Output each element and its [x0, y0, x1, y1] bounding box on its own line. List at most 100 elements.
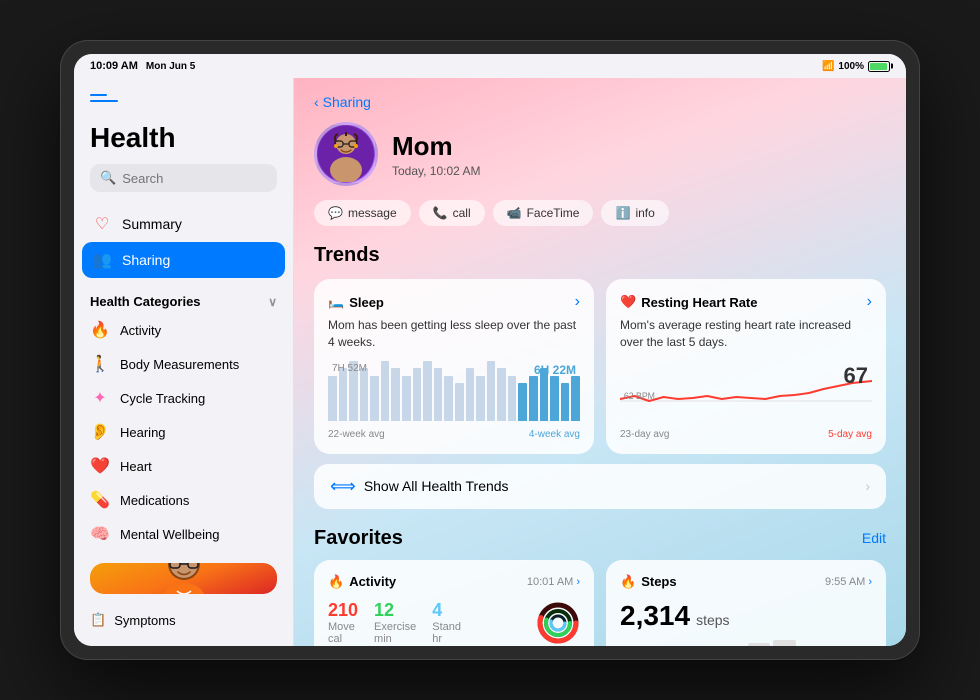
profile-time: Today, 10:02 AM [392, 164, 481, 178]
battery-percent: 100% [838, 61, 864, 72]
sidebar-item-sharing[interactable]: 👥 Sharing [82, 242, 285, 278]
metric-exercise: 12 Exercise min [374, 600, 416, 645]
main-panel: ‹ Sharing [294, 78, 906, 646]
status-bar: 10:09 AM Mon Jun 5 📶 100% [74, 54, 906, 78]
activity-fire-icon: 🔥 [328, 574, 344, 590]
sleep-card-header: 🛏️ Sleep › [328, 293, 580, 311]
sleep-bar-13 [466, 368, 475, 421]
message-icon: 💬 [328, 206, 343, 220]
sleep-bar-17 [508, 376, 517, 421]
sleep-bar-12 [455, 383, 464, 421]
hr-label: ❤️ Resting Heart Rate [620, 294, 758, 310]
steps-title-label: Steps [641, 574, 676, 589]
activity-title-label: Activity [349, 574, 396, 589]
sidebar-toggle-button[interactable] [90, 94, 118, 114]
trend-card-sleep[interactable]: 🛏️ Sleep › Mom has been getting less sle… [314, 279, 594, 454]
sleep-bar-18 [518, 383, 527, 421]
exercise-label: Exercise [374, 621, 416, 633]
info-button[interactable]: ℹ️ info [601, 200, 668, 226]
sleep-chart: 6H 22M 7H 52M [328, 361, 580, 421]
category-cycle-label: Cycle Tracking [120, 391, 205, 406]
trend-card-heartrate[interactable]: ❤️ Resting Heart Rate › Mom's average re… [606, 279, 886, 454]
favorites-header: Favorites Edit [314, 527, 886, 550]
back-nav-button[interactable]: ‹ Sharing [314, 94, 886, 110]
sleep-avg-value: 7H 52M [332, 363, 367, 374]
steps-unit: steps [696, 612, 729, 628]
sleep-chevron-icon: › [575, 293, 580, 311]
sleep-icon: 🛏️ [328, 294, 344, 310]
hr-current-value: 67 [844, 363, 868, 389]
category-hearing[interactable]: 👂 Hearing [74, 415, 293, 449]
profile-name: Mom [392, 131, 481, 162]
trends-icon: ⟺ [330, 476, 356, 497]
category-body-label: Body Measurements [120, 357, 239, 372]
sleep-label: 🛏️ Sleep [328, 294, 384, 310]
sidebar-item-sharing-label: Sharing [122, 252, 170, 268]
activity-chevron-icon: › [576, 576, 580, 588]
activity-card-title: 🔥 Activity [328, 574, 396, 590]
stand-value: 4 [432, 600, 461, 621]
sleep-bar-11 [444, 376, 453, 421]
steps-bar-5 [748, 643, 771, 646]
category-medications[interactable]: 💊 Medications [74, 483, 293, 517]
sidebar-item-summary-label: Summary [122, 216, 182, 232]
category-mental-wellbeing[interactable]: 🧠 Mental Wellbeing [74, 517, 293, 551]
call-button[interactable]: 📞 call [419, 200, 485, 226]
fav-card-steps[interactable]: 🔥 Steps 9:55 AM › 2,314 steps [606, 560, 886, 646]
steps-time: 9:55 AM › [825, 576, 872, 588]
sleep-bar-1 [339, 368, 348, 421]
sharing-icon: 👥 [92, 250, 112, 270]
hr-right-label: 5-day avg [828, 429, 872, 440]
steps-count: 2,314 [620, 600, 690, 632]
metric-stand: 4 Stand hr [432, 600, 461, 645]
app-title: Health [90, 122, 277, 154]
message-label: message [348, 206, 397, 220]
search-bar[interactable]: 🔍 🎙 [90, 164, 277, 192]
trends-title: Trends [314, 244, 886, 267]
status-time: 10:09 AM [90, 60, 138, 72]
hr-chart: 62 BPM 67 [620, 361, 872, 421]
facetime-button[interactable]: 📹 FaceTime [493, 200, 594, 226]
stand-label: Stand [432, 621, 461, 633]
message-button[interactable]: 💬 message [314, 200, 411, 226]
battery-fill [870, 63, 887, 70]
exercise-unit: min [374, 633, 416, 645]
back-label: Sharing [323, 94, 371, 110]
sidebar-symptoms[interactable]: 📋 Symptoms [74, 606, 293, 634]
move-unit: cal [328, 633, 358, 645]
category-activity[interactable]: 🔥 Activity [74, 313, 293, 347]
favorites-grid: 🔥 Activity 10:01 AM › 210 [314, 560, 886, 646]
sleep-left-label: 22-week avg [328, 429, 385, 440]
categories-list: 🔥 Activity 🚶 Body Measurements ✦ Cycle T… [74, 313, 293, 551]
health-categories-title: Health Categories [90, 294, 201, 309]
chevron-left-icon: ‹ [314, 94, 319, 110]
sidebar-header: Health 🔍 🎙 [74, 90, 293, 202]
hr-chart-labels: 23-day avg 5-day avg [620, 429, 872, 440]
show-all-trends-button[interactable]: ⟺ Show All Health Trends › [314, 464, 886, 509]
category-medications-label: Medications [120, 493, 189, 508]
activity-icon: 🔥 [90, 320, 110, 340]
category-cycle-tracking[interactable]: ✦ Cycle Tracking [74, 381, 293, 415]
search-input[interactable] [122, 171, 294, 186]
steps-fire-icon: 🔥 [620, 574, 636, 590]
move-label: Move [328, 621, 358, 633]
steps-chevron-icon: › [868, 576, 872, 588]
sleep-bar-10 [434, 368, 443, 421]
category-body-measurements[interactable]: 🚶 Body Measurements [74, 347, 293, 381]
sleep-bar-4 [370, 376, 379, 421]
category-heart[interactable]: ❤️ Heart [74, 449, 293, 483]
sidebar-item-summary[interactable]: ♡ Summary [82, 206, 285, 242]
hr-chevron-icon: › [867, 293, 872, 311]
hr-chart-svg: 62 BPM [620, 361, 872, 421]
steps-bars [620, 640, 872, 646]
fav-card-activity[interactable]: 🔥 Activity 10:01 AM › 210 [314, 560, 594, 646]
avatar [314, 122, 378, 186]
sleep-bar-8 [413, 368, 422, 421]
steps-time-label: 9:55 AM [825, 576, 865, 588]
symptoms-label: Symptoms [114, 613, 175, 628]
sleep-bar-6 [391, 368, 400, 421]
hr-description: Mom's average resting heart rate increas… [620, 317, 872, 351]
sleep-bar-7 [402, 376, 411, 421]
activity-card-header: 🔥 Activity 10:01 AM › [328, 574, 580, 590]
edit-favorites-button[interactable]: Edit [862, 530, 886, 546]
